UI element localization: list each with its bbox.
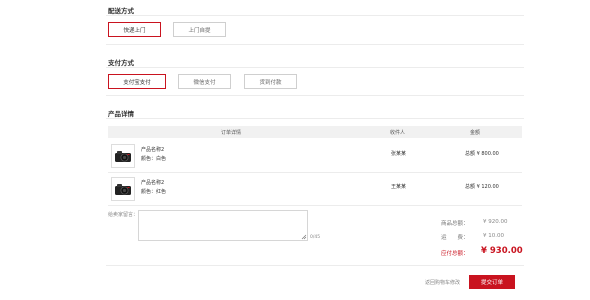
goods-total-label: 商品总额： bbox=[441, 221, 469, 227]
delivery-bottom-divider bbox=[106, 44, 524, 45]
back-to-cart-link[interactable]: 返回购物车修改 bbox=[425, 279, 460, 286]
row-divider bbox=[108, 172, 522, 173]
goods-total-value: ¥ 920.00 bbox=[483, 219, 508, 225]
payment-bottom-divider bbox=[106, 95, 524, 96]
camera-icon bbox=[115, 184, 131, 195]
product-total: 总额 ¥ 120.00 bbox=[465, 184, 499, 190]
product-color: 颜色：红色 bbox=[141, 189, 167, 195]
submit-order-button[interactable]: 提交订单 bbox=[469, 275, 515, 289]
products-title: 产品详情 bbox=[108, 110, 134, 118]
table-row: 产品名称2 颜色：红色 王某某 总额 ¥ 120.00 bbox=[108, 175, 522, 203]
table-header: 订单详情 收件人 金额 bbox=[108, 126, 522, 138]
product-name[interactable]: 产品名称2 bbox=[141, 179, 164, 186]
column-order-detail: 订单详情 bbox=[221, 130, 242, 136]
shipping-value: ¥ 10.00 bbox=[483, 233, 504, 239]
product-image[interactable] bbox=[111, 177, 135, 201]
product-name[interactable]: 产品名称2 bbox=[141, 146, 164, 153]
resize-handle-icon[interactable] bbox=[301, 234, 307, 242]
delivery-title: 配送方式 bbox=[108, 7, 134, 15]
product-image[interactable] bbox=[111, 144, 135, 168]
pay-total-value: ¥ 930.00 bbox=[481, 246, 523, 256]
payment-title: 支付方式 bbox=[108, 59, 134, 67]
delivery-option-express[interactable]: 快递上门 bbox=[108, 22, 161, 37]
delivery-divider bbox=[106, 15, 524, 16]
column-receiver: 收件人 bbox=[390, 130, 406, 136]
products-divider bbox=[106, 118, 524, 119]
payment-option-alipay[interactable]: 支付宝支付 bbox=[108, 74, 166, 89]
table-bottom-divider bbox=[108, 205, 522, 206]
product-receiver: 张某某 bbox=[391, 151, 407, 157]
note-label: 给卖家留言： bbox=[108, 212, 139, 218]
product-total: 总额 ¥ 800.00 bbox=[465, 151, 499, 157]
payment-option-wechat[interactable]: 微信支付 bbox=[178, 74, 231, 89]
table-row: 产品名称2 颜色：白色 张某某 总额 ¥ 800.00 bbox=[108, 142, 522, 170]
pay-total-label: 应付总额： bbox=[441, 251, 469, 257]
shipping-label: 运 费： bbox=[441, 235, 469, 241]
camera-icon bbox=[115, 151, 131, 162]
payment-divider bbox=[106, 67, 524, 68]
payment-option-cod[interactable]: 货到付款 bbox=[244, 74, 297, 89]
delivery-option-pickup[interactable]: 上门自提 bbox=[173, 22, 226, 37]
note-textarea[interactable] bbox=[138, 210, 308, 241]
column-amount: 金额 bbox=[470, 130, 481, 136]
summary-divider bbox=[106, 265, 524, 266]
product-color: 颜色：白色 bbox=[141, 156, 167, 162]
note-counter: 0/45 bbox=[310, 235, 321, 240]
product-receiver: 王某某 bbox=[391, 184, 407, 190]
